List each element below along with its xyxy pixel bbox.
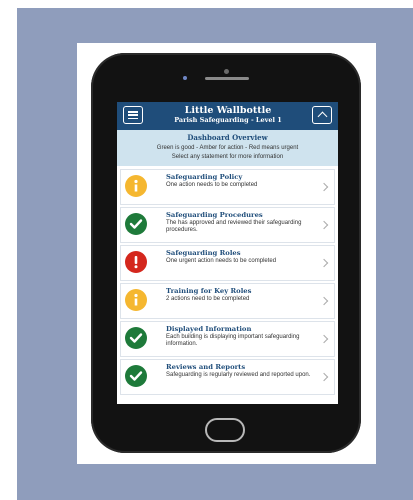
menu-icon xyxy=(128,111,138,119)
statement-item-displayed-information[interactable]: Displayed Information Each building is d… xyxy=(120,321,335,357)
statement-item-safeguarding-policy[interactable]: Safeguarding Policy One action needs to … xyxy=(120,169,335,205)
statement-description: One urgent action needs to be completed xyxy=(166,258,277,264)
dashboard-overview: Dashboard Overview Green is good - Amber… xyxy=(117,130,338,166)
sensor-icon xyxy=(183,76,187,80)
chevron-right-icon xyxy=(319,258,329,268)
app-title: Little Wallbottle xyxy=(184,105,272,116)
chevron-right-icon xyxy=(319,296,329,306)
speaker-grille xyxy=(205,77,249,80)
statement-title: Displayed Information xyxy=(166,325,252,333)
check-icon xyxy=(125,213,147,235)
phone-screen: Little Wallbottle Parish Safeguarding - … xyxy=(117,102,338,404)
check-icon xyxy=(125,365,147,387)
statement-title: Reviews and Reports xyxy=(166,363,246,371)
statement-title: Safeguarding Procedures xyxy=(166,211,263,219)
info-icon xyxy=(125,289,147,311)
chevron-right-icon xyxy=(319,372,329,382)
check-icon xyxy=(125,327,147,349)
chevron-right-icon xyxy=(319,220,329,230)
statement-description: Each building is displaying important sa… xyxy=(166,334,300,347)
statement-title: Training for Key Roles xyxy=(166,287,252,295)
chevron-right-icon xyxy=(319,334,329,344)
chevron-up-icon xyxy=(317,111,327,122)
overview-title: Dashboard Overview xyxy=(187,133,268,142)
statement-item-reviews-and-reports[interactable]: Reviews and Reports Safeguarding is regu… xyxy=(120,359,335,395)
scroll-up-button[interactable] xyxy=(312,106,332,124)
app-header: Little Wallbottle Parish Safeguarding - … xyxy=(117,102,338,130)
app-subtitle: Parish Safeguarding - Level 1 xyxy=(174,116,282,124)
info-icon xyxy=(125,175,147,197)
statement-description: One action needs to be completed xyxy=(166,182,258,188)
home-button[interactable] xyxy=(205,418,245,442)
statement-list: Safeguarding Policy One action needs to … xyxy=(120,169,335,397)
statement-item-safeguarding-procedures[interactable]: Safeguarding Procedures The has approved… xyxy=(120,207,335,243)
statement-description: 2 actions need to be completed xyxy=(166,296,250,302)
statement-title: Safeguarding Policy xyxy=(166,173,243,181)
statement-item-safeguarding-roles[interactable]: Safeguarding Roles One urgent action nee… xyxy=(120,245,335,281)
menu-button[interactable] xyxy=(123,106,143,124)
exclamation-icon xyxy=(125,251,147,273)
statement-description: Safeguarding is regularly reviewed and r… xyxy=(166,372,311,378)
overview-instruction: Select any statement for more informatio… xyxy=(171,154,284,160)
statement-item-training-for-key-roles[interactable]: Training for Key Roles 2 actions need to… xyxy=(120,283,335,319)
statement-title: Safeguarding Roles xyxy=(166,249,241,257)
chevron-right-icon xyxy=(319,182,329,192)
camera-icon xyxy=(224,69,229,74)
overview-legend: Green is good - Amber for action - Red m… xyxy=(156,145,299,151)
statement-description: The has approved and reviewed their safe… xyxy=(166,220,302,233)
